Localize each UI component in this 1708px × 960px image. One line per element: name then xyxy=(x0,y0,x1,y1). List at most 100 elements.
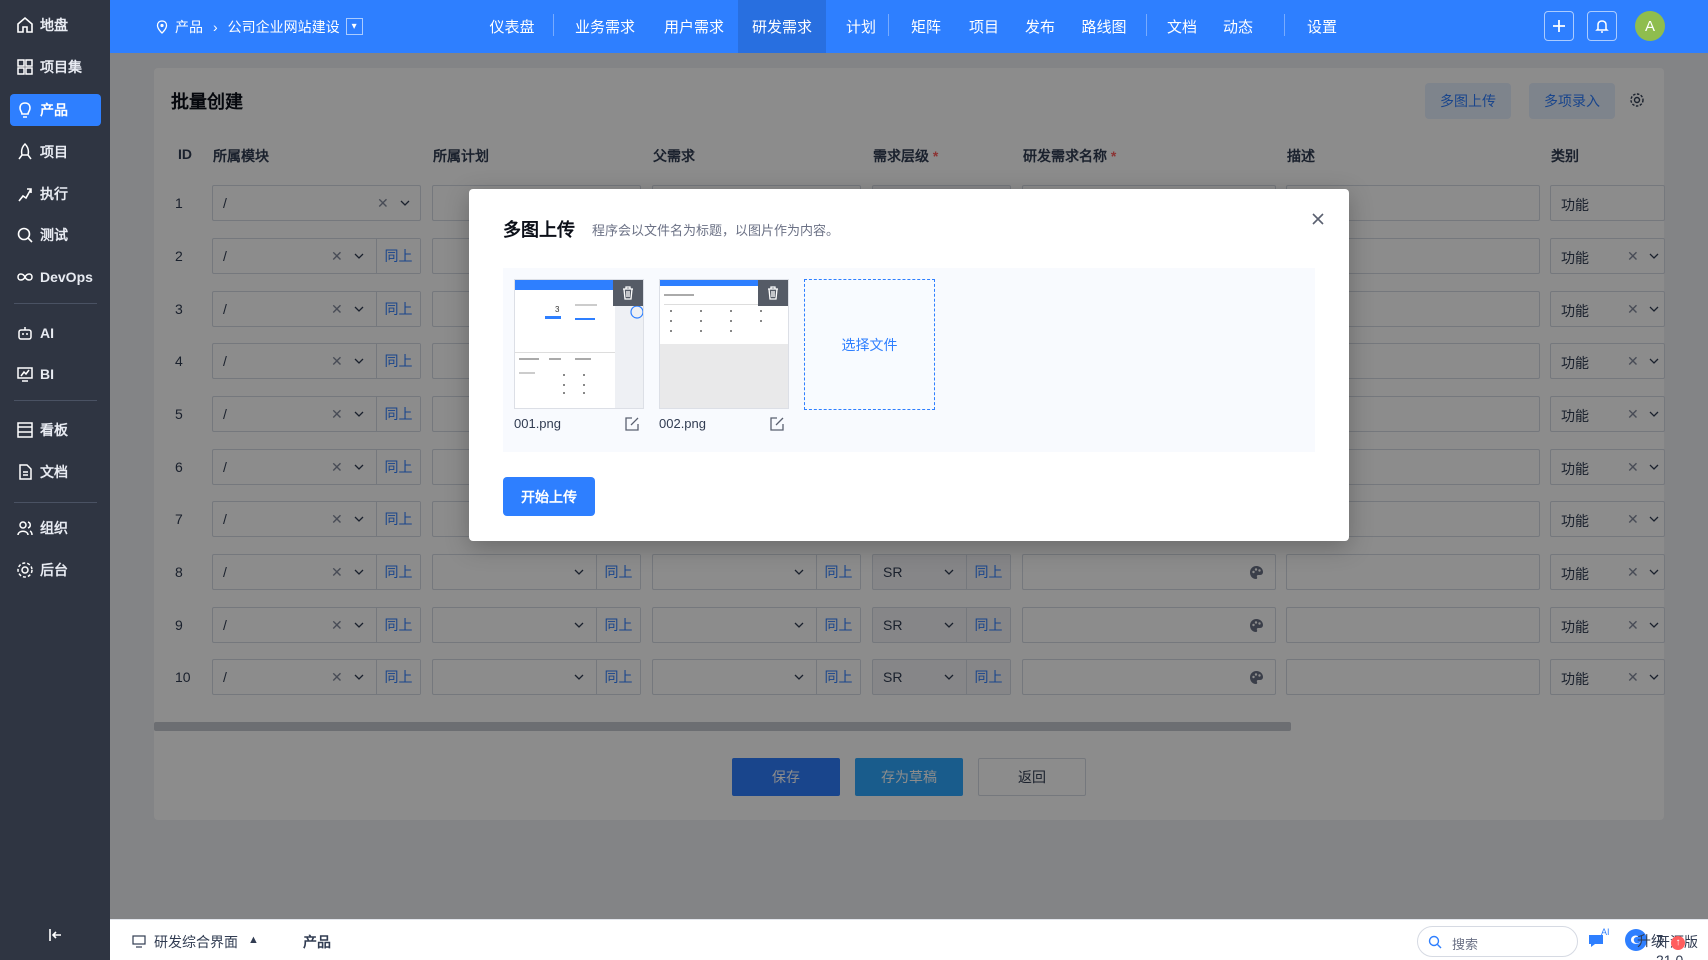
monitor-icon xyxy=(132,935,146,948)
chart-icon xyxy=(17,367,33,382)
search-bug-icon xyxy=(17,227,33,243)
upgrade-arrow-icon: ↑ xyxy=(1671,936,1685,950)
nav-matrix[interactable]: 矩阵 xyxy=(896,0,956,53)
sidebar-item-kanban[interactable]: 看板 xyxy=(10,414,101,446)
sidebar-item-devops[interactable]: DevOps xyxy=(10,261,101,293)
delete-file-button[interactable] xyxy=(613,280,643,306)
start-upload-button[interactable]: 开始上传 xyxy=(503,477,595,516)
ai-label: AI xyxy=(1601,927,1610,937)
sidebar-item-admin[interactable]: 后台 xyxy=(10,554,101,586)
sidebar-item-org[interactable]: 组织 xyxy=(10,512,101,544)
top-header: 产品 › 公司企业网站建设 ▾ 仪表盘 业务需求 用户需求 研发需求 计划 矩阵… xyxy=(110,0,1708,53)
sidebar-item-label: DevOps xyxy=(40,269,93,285)
bottom-breadcrumb[interactable]: 产品 xyxy=(303,932,331,952)
file-name: 002.png xyxy=(659,416,706,431)
collapse-sidebar-icon[interactable] xyxy=(46,926,64,944)
sidebar-item-product[interactable]: 产品 xyxy=(10,94,101,126)
file-thumbnail xyxy=(659,279,789,409)
home-icon xyxy=(17,16,33,33)
nav-dynamic[interactable]: 动态 xyxy=(1210,0,1266,53)
svg-text:3: 3 xyxy=(555,305,560,314)
trash-icon xyxy=(623,286,633,300)
edit-icon[interactable] xyxy=(769,416,785,432)
upgrade-link[interactable]: 升级 ↑ xyxy=(1637,931,1685,951)
sidebar-item-label: 组织 xyxy=(40,520,68,536)
sidebar-item-execution[interactable]: 执行 xyxy=(10,178,101,210)
sidebar-item-label: 执行 xyxy=(40,186,68,202)
sidebar-item-label: BI xyxy=(40,366,54,382)
search-placeholder: 搜索 xyxy=(1452,937,1479,952)
nav-divider xyxy=(1284,14,1285,36)
sidebar-item-program[interactable]: 项目集 xyxy=(10,51,101,83)
sidebar: 地盘 项目集 产品 项目 执行 测试 DevOps AI BI 看板 文档 组织… xyxy=(0,0,110,960)
sidebar-item-dashboard[interactable]: 地盘 xyxy=(10,9,101,41)
nav-business-req[interactable]: 业务需求 xyxy=(560,0,650,53)
view-switcher[interactable]: 研发综合界面 xyxy=(154,932,238,952)
avatar[interactable]: A xyxy=(1635,11,1665,41)
nav-divider xyxy=(553,14,554,36)
nav-release[interactable]: 发布 xyxy=(1012,0,1068,53)
close-icon[interactable] xyxy=(1308,209,1328,229)
app-root: 地盘 项目集 产品 项目 执行 测试 DevOps AI BI 看板 文档 组织… xyxy=(0,0,1708,960)
sidebar-item-label: 测试 xyxy=(40,227,68,243)
upgrade-label: 升级 xyxy=(1637,933,1665,949)
modal-description: 程序会以文件名为标题，以图片作为内容。 xyxy=(592,223,840,238)
breadcrumb-product[interactable]: 产品 xyxy=(175,17,203,37)
sidebar-item-label: 地盘 xyxy=(40,17,68,33)
nav-dashboard[interactable]: 仪表盘 xyxy=(470,0,554,53)
notifications-button[interactable] xyxy=(1587,11,1617,41)
doc-icon xyxy=(19,464,32,480)
users-icon xyxy=(17,521,33,536)
create-button[interactable] xyxy=(1544,11,1574,41)
edit-icon[interactable] xyxy=(624,416,640,432)
modal-title: 多图上传 xyxy=(503,220,575,240)
bottom-bar: 研发综合界面 ▲ 产品 搜索 AI 开源版21.0 xyxy=(110,919,1708,960)
bulb-icon xyxy=(19,102,31,118)
sidebar-item-label: 文档 xyxy=(40,464,68,480)
sidebar-item-label: 项目集 xyxy=(40,59,82,75)
nav-plan[interactable]: 计划 xyxy=(826,0,896,53)
breadcrumb-current[interactable]: 公司企业网站建设 xyxy=(228,17,340,37)
chevron-down-icon[interactable]: ▾ xyxy=(345,18,363,35)
ai-chat-button[interactable]: AI xyxy=(1587,927,1613,951)
chevron-up-icon[interactable]: ▲ xyxy=(248,934,259,946)
nav-divider xyxy=(888,14,889,36)
search-input[interactable]: 搜索 xyxy=(1417,926,1578,957)
nav-dev-req[interactable]: 研发需求 xyxy=(738,0,826,53)
rocket-icon xyxy=(18,143,32,160)
kanban-icon xyxy=(17,422,33,438)
bell-icon xyxy=(1595,20,1609,33)
run-icon xyxy=(18,188,32,202)
location-pin-icon xyxy=(156,19,168,34)
nav-settings[interactable]: 设置 xyxy=(1292,0,1352,53)
nav-divider xyxy=(1146,14,1147,36)
robot-icon xyxy=(18,327,32,340)
file-thumbnail: 3 xyxy=(514,279,644,409)
sidebar-divider xyxy=(14,502,97,503)
sidebar-item-ai[interactable]: AI xyxy=(10,317,101,349)
nav-user-req[interactable]: 用户需求 xyxy=(650,0,738,53)
sidebar-item-project[interactable]: 项目 xyxy=(10,136,101,168)
breadcrumb: 产品 › 公司企业网站建设 ▾ xyxy=(155,0,363,53)
nav-roadmap[interactable]: 路线图 xyxy=(1068,0,1140,53)
nav-doc[interactable]: 文档 xyxy=(1154,0,1210,53)
file-name: 001.png xyxy=(514,416,561,431)
trash-icon xyxy=(768,286,778,300)
sidebar-item-bi[interactable]: BI xyxy=(10,358,101,390)
breadcrumb-separator-icon: › xyxy=(213,18,218,35)
settings-icon xyxy=(17,562,33,578)
sidebar-divider xyxy=(14,303,97,304)
sidebar-item-label: 项目 xyxy=(40,144,68,160)
select-file-button[interactable]: 选择文件 xyxy=(804,279,935,410)
delete-file-button[interactable] xyxy=(758,280,788,306)
sidebar-item-doc[interactable]: 文档 xyxy=(10,456,101,488)
sidebar-item-label: 看板 xyxy=(40,422,68,438)
sidebar-divider xyxy=(14,400,97,401)
search-icon xyxy=(1428,935,1442,949)
sidebar-item-label: 后台 xyxy=(40,562,68,578)
grid-icon xyxy=(17,59,33,75)
sidebar-item-label: AI xyxy=(40,325,54,341)
nav-project[interactable]: 项目 xyxy=(956,0,1012,53)
plus-icon xyxy=(1553,20,1565,32)
sidebar-item-test[interactable]: 测试 xyxy=(10,219,101,251)
